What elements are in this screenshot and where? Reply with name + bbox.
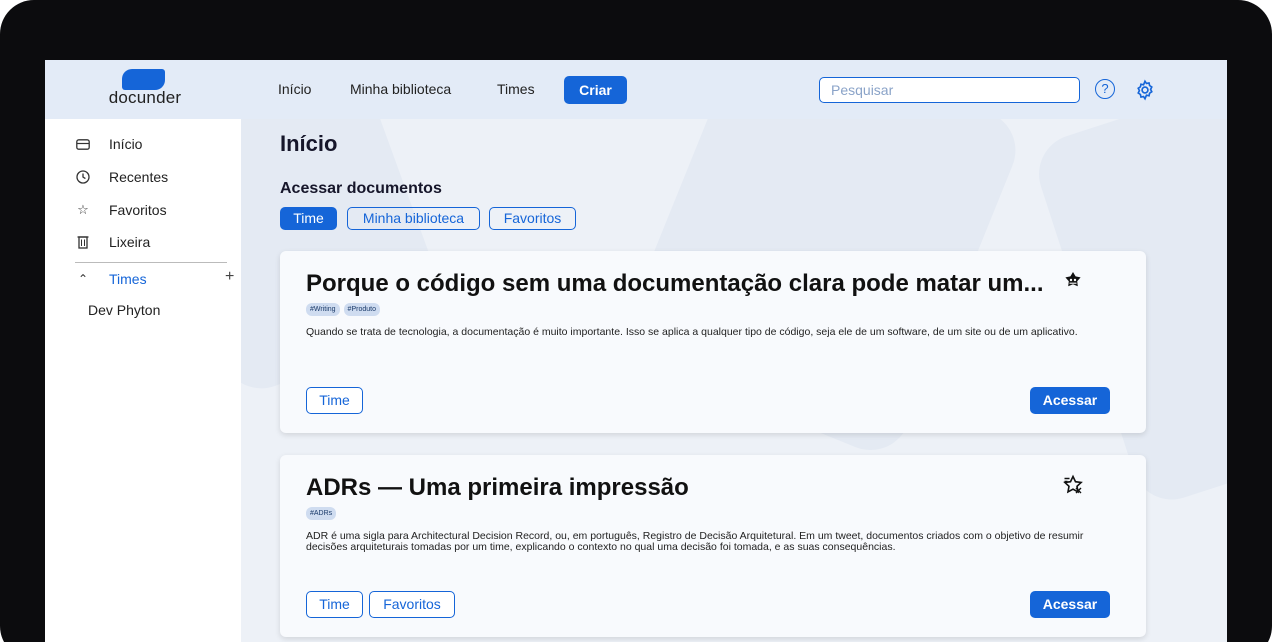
help-icon[interactable]: ? <box>1095 79 1115 99</box>
filter-time[interactable]: Time <box>280 207 337 230</box>
main-content: Início Acessar documentos Time Minha bib… <box>241 119 1227 642</box>
access-button[interactable]: Acessar <box>1030 387 1110 414</box>
sidebar-item-dev-phyton[interactable]: Dev Phyton <box>88 302 160 318</box>
document-card[interactable]: Porque o código sem uma documentação cla… <box>280 251 1146 433</box>
card-description: ADR é uma sigla para Architectural Decis… <box>306 530 1084 553</box>
tag-list: #ADRs <box>306 507 337 520</box>
top-bar: docunder Início Minha biblioteca Times C… <box>45 60 1227 119</box>
sidebar-item-recentes[interactable]: Recentes <box>75 166 168 188</box>
star-icon: ☆ <box>77 202 89 217</box>
tag-list: #Writing #Produto <box>306 303 380 316</box>
gear-icon[interactable] <box>1134 79 1156 101</box>
card-label-favoritos[interactable]: Favoritos <box>369 591 455 618</box>
sidebar-item-label: Favoritos <box>109 202 167 218</box>
logo-icon <box>122 69 165 90</box>
filter-minha-biblioteca[interactable]: Minha biblioteca <box>347 207 480 230</box>
chevron-up-icon[interactable]: ⌃ <box>75 272 91 286</box>
sidebar-divider <box>75 262 227 263</box>
sidebar-item-label: Início <box>109 136 143 152</box>
card-icon <box>76 138 90 150</box>
filter-favoritos[interactable]: Favoritos <box>489 207 576 230</box>
card-label-time[interactable]: Time <box>306 591 363 618</box>
sidebar-item-inicio[interactable]: Início <box>75 133 142 155</box>
sidebar-item-times[interactable]: ⌃ Times <box>75 268 147 290</box>
nav-times[interactable]: Times <box>497 81 535 97</box>
card-title[interactable]: Porque o código sem uma documentação cla… <box>306 270 1044 298</box>
create-button[interactable]: Criar <box>564 76 627 104</box>
tag[interactable]: #Writing <box>306 303 340 316</box>
card-label-time[interactable]: Time <box>306 387 363 414</box>
trash-icon <box>77 236 89 249</box>
app-window: docunder Início Minha biblioteca Times C… <box>45 60 1227 642</box>
tag[interactable]: #Produto <box>343 303 380 316</box>
access-button[interactable]: Acessar <box>1030 591 1110 618</box>
sidebar-item-label: Lixeira <box>109 234 151 250</box>
sidebar-item-label: Recentes <box>109 169 169 185</box>
document-card[interactable]: ADRs — Uma primeira impressão #ADRs ADR … <box>280 455 1146 637</box>
sidebar: Início Recentes ☆ Favoritos Lixeira ⌃ Ti… <box>45 119 241 642</box>
search-input[interactable] <box>819 77 1080 103</box>
card-title[interactable]: ADRs — Uma primeira impressão <box>306 474 689 502</box>
nav-minha-biblioteca[interactable]: Minha biblioteca <box>350 81 451 97</box>
tag[interactable]: #ADRs <box>306 507 337 520</box>
sidebar-item-label: Times <box>109 271 147 287</box>
logo-text: docunder <box>108 88 182 107</box>
sidebar-item-favoritos[interactable]: ☆ Favoritos <box>75 199 167 221</box>
team-badge-icon[interactable] <box>1062 270 1084 292</box>
section-title: Acessar documentos <box>280 180 442 197</box>
clock-icon <box>76 170 90 184</box>
card-description: Quando se trata de tecnologia, a documen… <box>306 326 1078 338</box>
nav-inicio[interactable]: Início <box>278 81 311 97</box>
sidebar-item-lixeira[interactable]: Lixeira <box>75 231 150 253</box>
plus-icon[interactable]: + <box>225 268 234 286</box>
page-title: Início <box>280 131 338 156</box>
favorite-star-icon[interactable] <box>1062 474 1084 496</box>
